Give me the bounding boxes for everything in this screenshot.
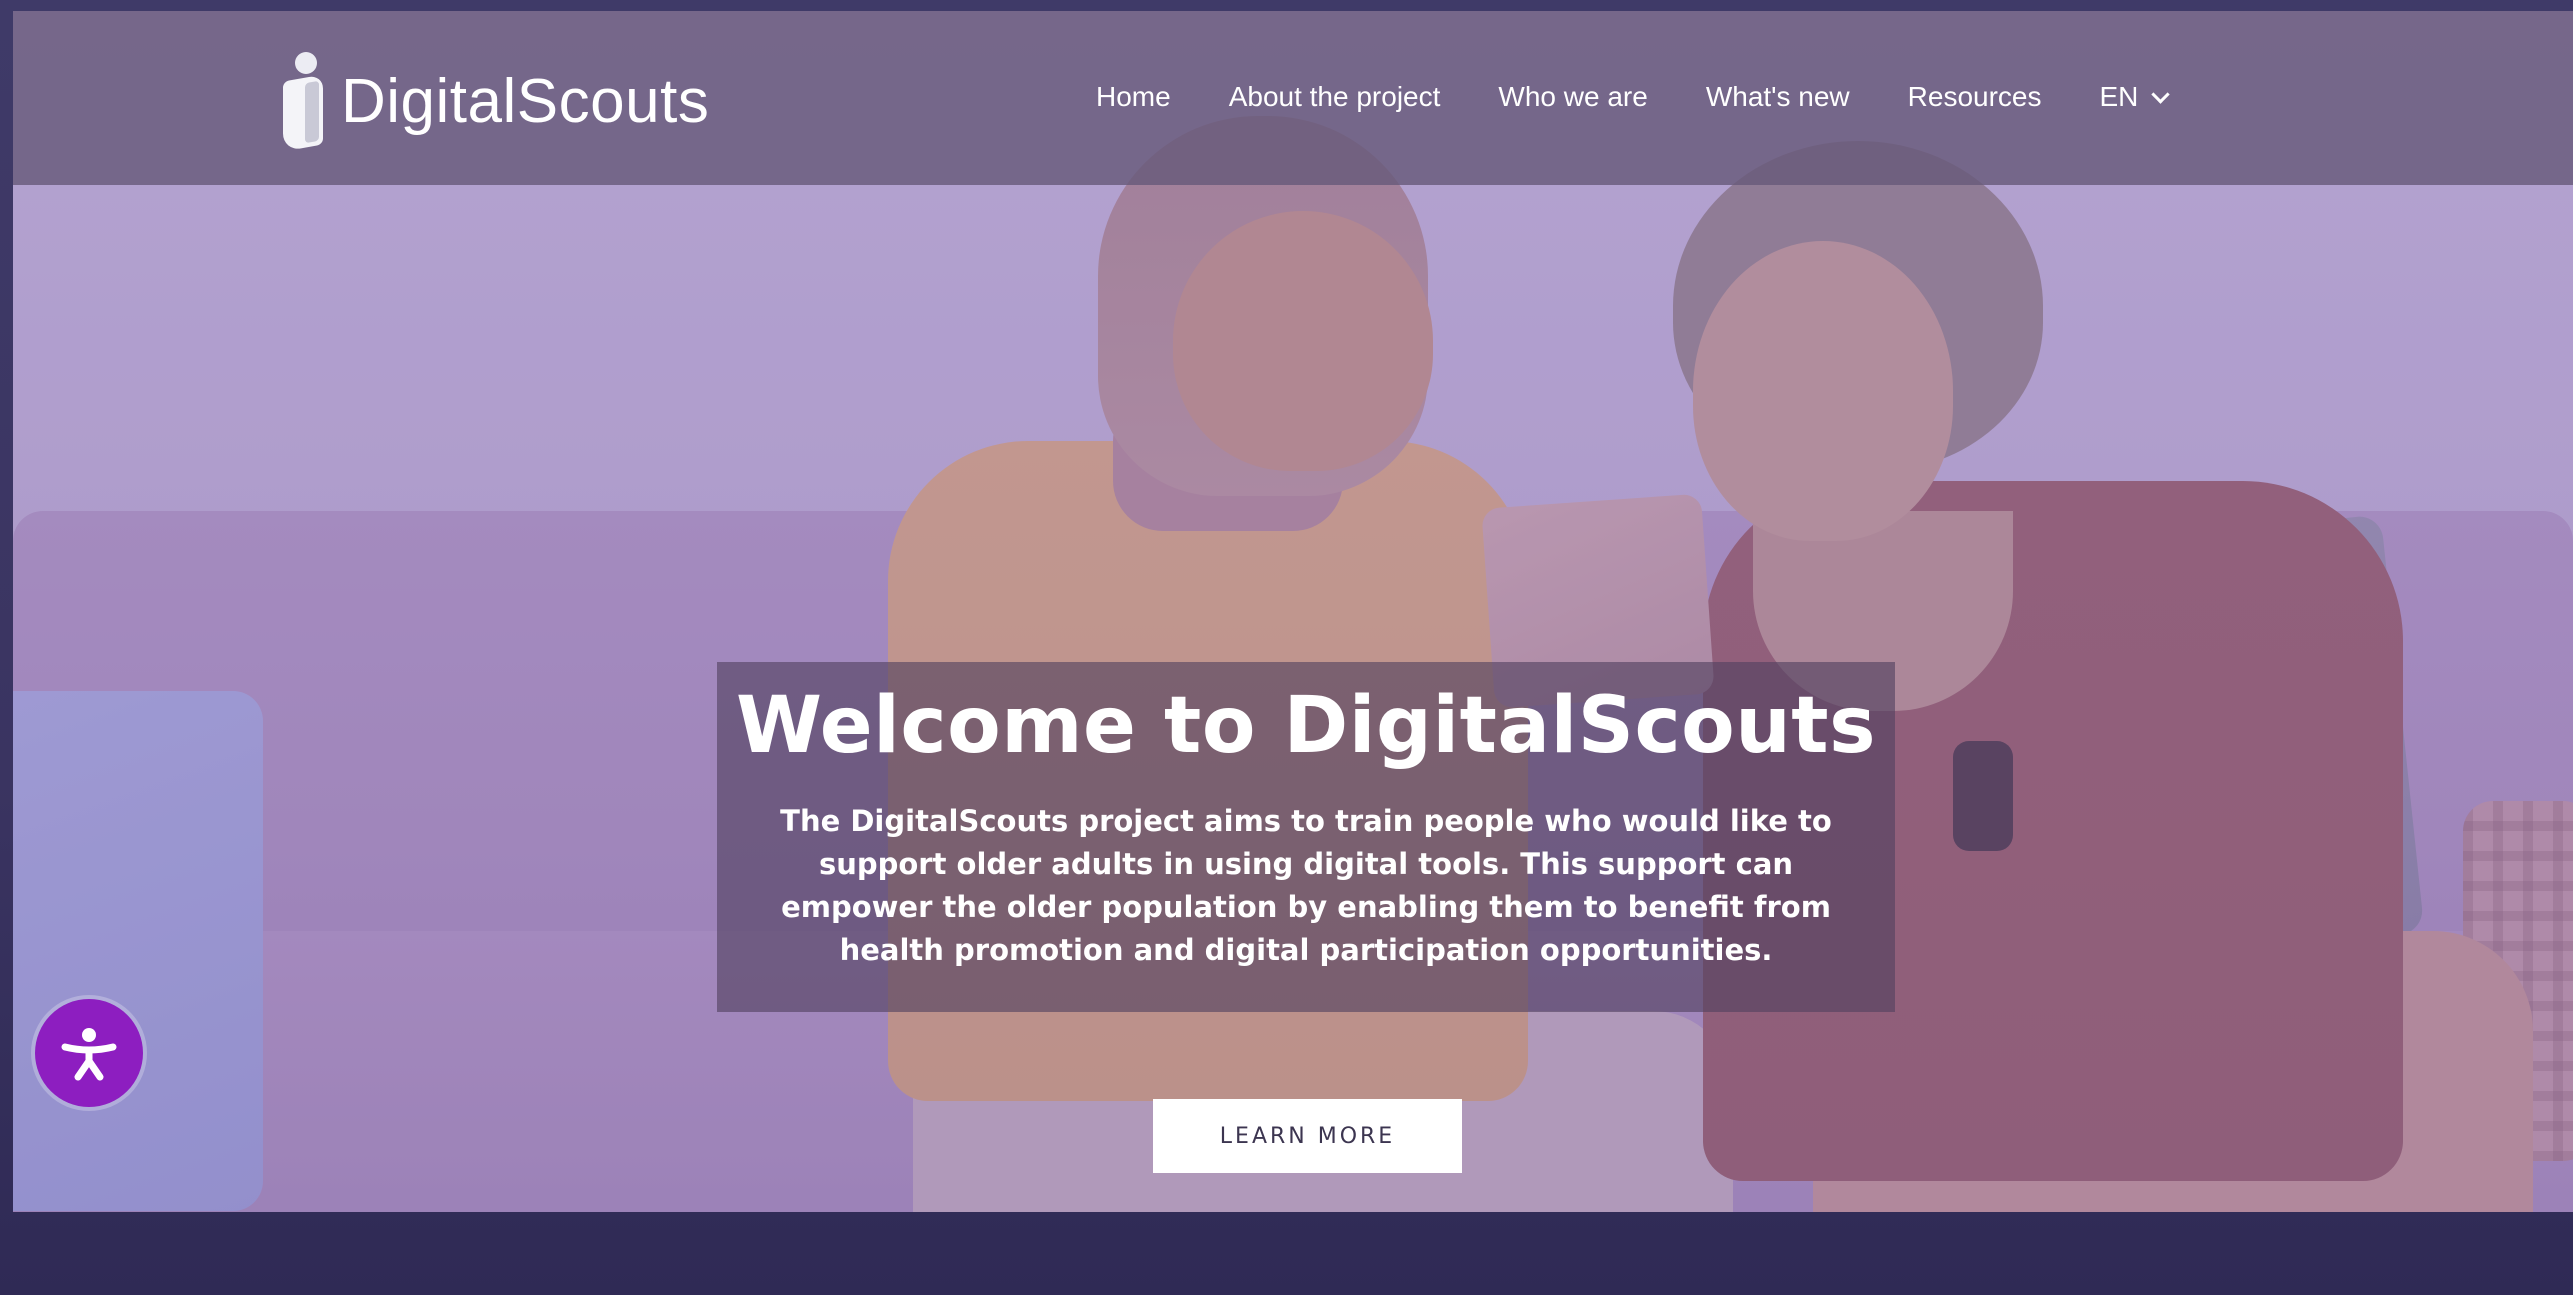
site-header: DigitalScouts Home About the project Who… xyxy=(13,11,2573,185)
hero-image xyxy=(13,11,2573,1212)
hero-tint-overlay xyxy=(13,11,2573,1212)
learn-more-button[interactable]: LEARN MORE xyxy=(1153,1099,1462,1173)
nav-about-project[interactable]: About the project xyxy=(1229,81,1441,113)
site-logo[interactable]: DigitalScouts xyxy=(283,51,710,152)
hero-title: Welcome to DigitalScouts xyxy=(735,681,1877,771)
logo-text: DigitalScouts xyxy=(341,66,710,136)
nav-resources[interactable]: Resources xyxy=(1908,81,2042,113)
accessibility-button[interactable] xyxy=(35,999,143,1107)
nav-home[interactable]: Home xyxy=(1096,81,1171,113)
hero-intro-box: Welcome to DigitalScouts The DigitalScou… xyxy=(717,662,1895,1012)
hero-description: The DigitalScouts project aims to train … xyxy=(780,803,1832,967)
language-label: EN xyxy=(2099,81,2139,112)
nav-whats-new[interactable]: What's new xyxy=(1706,81,1850,113)
logo-icon xyxy=(283,52,327,152)
accessibility-icon xyxy=(61,1028,117,1081)
chevron-down-icon xyxy=(2151,84,2171,104)
language-selector[interactable]: EN xyxy=(2099,81,2171,113)
website-frame: DigitalScouts Home About the project Who… xyxy=(13,11,2573,1212)
main-navigation: Home About the project Who we are What's… xyxy=(1096,81,2171,113)
nav-who-we-are[interactable]: Who we are xyxy=(1498,81,1647,113)
